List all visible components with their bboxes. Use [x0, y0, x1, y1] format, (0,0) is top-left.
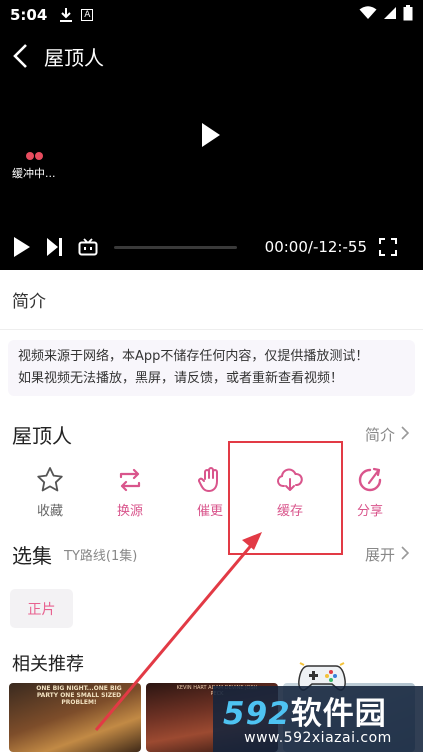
notice-line-1: 视频来源于网络，本App不储存任何内容，仅提供播放测试！: [18, 349, 369, 364]
action-bar: 收藏 换源 催更 缓存 分享: [10, 466, 410, 526]
favorite-label: 收藏: [36, 504, 63, 519]
watermark-logo-number: 592: [223, 696, 291, 732]
episode-chip-label: 正片: [27, 601, 56, 618]
loading-text: 缓冲中...: [12, 167, 56, 180]
highlight-box: [228, 441, 343, 555]
video-player[interactable]: 5:04 A 屋顶人 缓冲中... 00:00/-12:-55: [0, 0, 423, 270]
notice-line-2: 如果视频无法播放，黑屏，请反馈，或者重新查看视频！: [18, 371, 344, 386]
expand-link[interactable]: 展开: [364, 544, 410, 565]
watermark-url: www.592xiazai.com: [244, 730, 392, 746]
signal-icon: [383, 6, 397, 24]
urge-update-label: 催更: [196, 504, 223, 519]
wifi-icon: [359, 6, 377, 24]
route-label[interactable]: TY路线(1集): [64, 545, 137, 564]
chevron-right-icon: [401, 425, 410, 444]
intro-link-label: 简介: [364, 426, 395, 444]
watermark-logo-text: 软件园: [290, 696, 387, 732]
status-bar: 5:04 A: [0, 0, 423, 30]
star-icon: [36, 466, 64, 494]
play-large-icon[interactable]: [198, 121, 224, 149]
loading-indicator: 缓冲中...: [12, 152, 56, 181]
timecode: 00:00/-12:-55: [264, 238, 367, 256]
progress-bar[interactable]: [114, 245, 237, 249]
a-badge-icon: A: [81, 9, 94, 21]
play-icon[interactable]: [12, 236, 32, 258]
status-time: 5:04: [10, 6, 48, 24]
player-title: 屋顶人: [44, 45, 104, 70]
expand-label: 展开: [364, 546, 395, 564]
chevron-right-icon: [401, 545, 410, 564]
intro-link[interactable]: 简介: [364, 424, 410, 445]
episode-chip[interactable]: 正片: [10, 589, 73, 628]
switch-source-button[interactable]: 换源: [90, 466, 170, 526]
disclaimer-notice: 视频来源于网络，本App不储存任何内容，仅提供播放测试！ 如果视频无法播放，黑屏…: [8, 340, 415, 396]
switch-source-label: 换源: [116, 504, 143, 519]
recommend-title: 相关推荐: [12, 654, 84, 675]
share-icon: [356, 466, 384, 494]
episodes-title: 选集: [12, 544, 52, 568]
poster-1-tagline: ONE BIG NIGHT...ONE BIG PARTY ONE SMALL …: [36, 685, 122, 706]
site-watermark: 592软件园 www.592xiazai.com: [213, 686, 423, 752]
fullscreen-icon[interactable]: [379, 238, 397, 256]
download-icon: [59, 7, 73, 23]
switch-source-icon: [116, 466, 144, 494]
tab-intro[interactable]: 简介: [0, 270, 423, 330]
player-top-bar: 屋顶人: [0, 36, 423, 76]
tab-intro-label: 简介: [12, 292, 46, 312]
back-arrow-icon[interactable]: [12, 41, 38, 71]
danmaku-icon[interactable]: [78, 238, 98, 256]
show-title: 屋顶人: [12, 424, 72, 448]
recommend-poster-1[interactable]: ONE BIG NIGHT...ONE BIG PARTY ONE SMALL …: [9, 683, 141, 752]
loading-dots-icon: [26, 152, 56, 160]
favorite-button[interactable]: 收藏: [10, 466, 90, 526]
battery-icon: [403, 5, 413, 25]
share-label: 分享: [356, 504, 383, 519]
watermark-logo: 592软件园: [223, 688, 387, 733]
next-icon[interactable]: [46, 237, 64, 257]
player-controls: 00:00/-12:-55: [0, 232, 423, 262]
hand-icon: [196, 466, 224, 494]
